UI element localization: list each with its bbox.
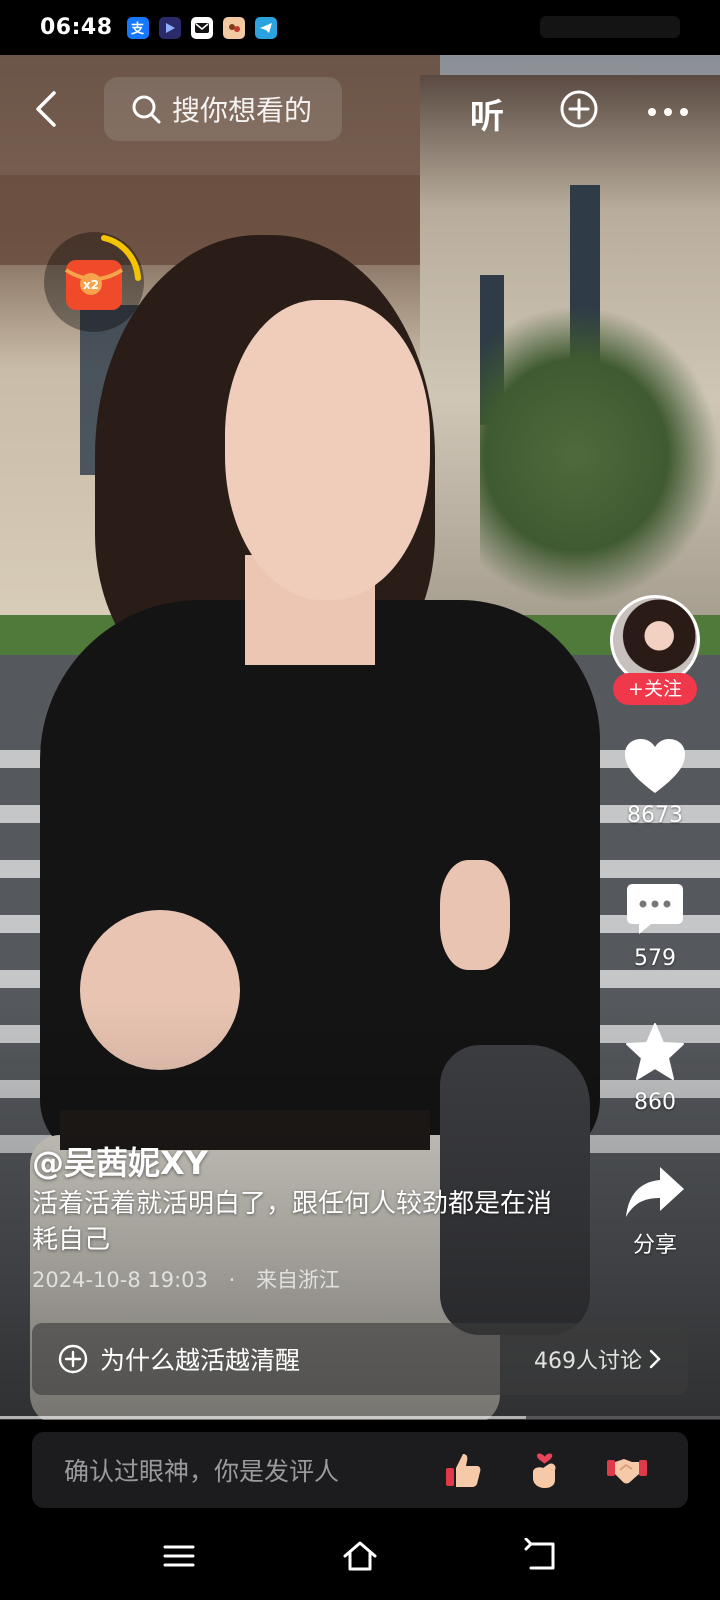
topic-title: 为什么越活越清醒 xyxy=(100,1346,301,1375)
status-bar: 06:48 支 xyxy=(0,0,720,55)
favorite-button[interactable]: 860 xyxy=(600,1022,710,1115)
search-box[interactable]: 搜你想看的 xyxy=(104,77,342,141)
post-location: 来自浙江 xyxy=(255,1268,340,1292)
favorite-count: 860 xyxy=(634,1090,676,1115)
share-label: 分享 xyxy=(632,1233,677,1258)
post-date: 2024-10-8 19:03 xyxy=(32,1268,208,1292)
plus-circle-icon xyxy=(560,90,598,128)
playback-progress-bar[interactable] xyxy=(0,1416,720,1419)
thumbs-up-emoji-button[interactable] xyxy=(442,1449,484,1491)
telegram-icon xyxy=(254,16,277,39)
menu-nav-button[interactable] xyxy=(161,1538,197,1574)
home-nav-button[interactable] xyxy=(342,1538,378,1574)
person-hand xyxy=(440,860,510,970)
meta-separator: · xyxy=(228,1268,236,1292)
return-icon xyxy=(524,1537,555,1570)
person-face xyxy=(225,300,430,600)
svg-text:x2: x2 xyxy=(83,278,99,292)
handshake-icon xyxy=(607,1459,647,1484)
comment-icon xyxy=(627,884,683,934)
finger-heart-emoji-button[interactable] xyxy=(524,1449,566,1491)
post-caption: 活着活着就活明白了，跟任何人较劲都是在消耗自己 xyxy=(32,1189,553,1255)
thumbs-up-icon xyxy=(446,1454,481,1487)
share-arrow-icon xyxy=(626,1167,684,1217)
top-toolbar: 搜你想看的 听 xyxy=(0,75,720,145)
more-button[interactable] xyxy=(646,103,690,116)
listen-button[interactable]: 听 xyxy=(470,89,504,138)
handshake-emoji-button[interactable] xyxy=(606,1449,648,1491)
more-dots-icon xyxy=(648,108,688,116)
topic-discussion-count: 469人讨论 xyxy=(534,1349,642,1374)
heart-icon xyxy=(625,739,685,793)
status-indicators-blurred xyxy=(540,16,680,38)
search-placeholder: 搜你想看的 xyxy=(172,94,313,127)
comment-count: 579 xyxy=(634,946,676,971)
like-count: 8673 xyxy=(627,803,683,828)
back-nav-button[interactable] xyxy=(523,1537,559,1574)
search-icon xyxy=(132,95,161,124)
red-packet-icon: x2 xyxy=(64,235,141,310)
author-name[interactable]: @吴茜妮XY xyxy=(32,1138,208,1184)
home-icon xyxy=(343,1541,377,1571)
trees xyxy=(480,305,720,605)
plus-circle-icon xyxy=(58,1344,88,1374)
share-button[interactable]: 分享 xyxy=(600,1165,710,1259)
star-icon xyxy=(626,1023,684,1080)
comment-input-bar[interactable]: 确认过眼神，你是发评人 xyxy=(32,1432,688,1508)
playback-progress-fill xyxy=(0,1416,526,1419)
system-nav-bar xyxy=(0,1508,720,1600)
like-button[interactable]: 8673 xyxy=(600,737,710,828)
add-button[interactable] xyxy=(560,90,598,128)
game-icon xyxy=(222,16,245,39)
author-avatar[interactable] xyxy=(610,595,700,685)
menu-lines-icon xyxy=(163,1545,195,1567)
post-meta: 2024-10-8 19:03 · 来自浙江 xyxy=(32,1264,354,1294)
back-button[interactable] xyxy=(28,89,68,129)
notification-icons: 支 xyxy=(126,16,277,39)
mail-icon xyxy=(190,16,213,39)
chevron-right-icon xyxy=(649,1349,661,1369)
follow-button[interactable]: +关注 xyxy=(613,673,697,705)
alipay-icon: 支 xyxy=(126,16,149,39)
chevron-left-icon xyxy=(36,91,56,127)
finger-heart-icon xyxy=(533,1453,556,1488)
comment-button[interactable]: 579 xyxy=(600,882,710,971)
status-time: 06:48 xyxy=(40,15,113,40)
topic-bar[interactable]: 为什么越活越清醒 469人讨论 xyxy=(32,1323,688,1395)
red-packet-reward[interactable]: x2 xyxy=(44,232,144,332)
comment-placeholder: 确认过眼神，你是发评人 xyxy=(64,1457,340,1486)
video-app-icon xyxy=(158,16,181,39)
